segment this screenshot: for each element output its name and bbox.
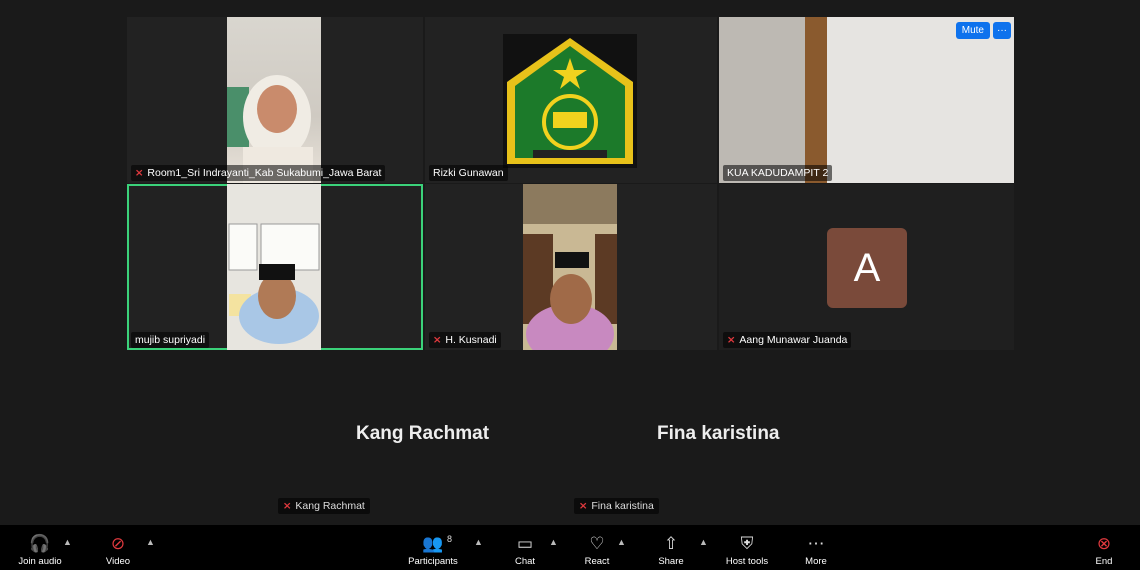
react-button[interactable]: ♡ React — [580, 525, 614, 570]
heart-icon: ♡ — [589, 534, 605, 553]
mic-off-icon: ⨯ — [283, 500, 292, 512]
profile-logo — [503, 34, 637, 168]
join-audio-button[interactable]: 🎧 Join audio — [12, 525, 68, 570]
video-options-caret[interactable]: ▲ — [146, 537, 155, 547]
chat-button[interactable]: ▭ Chat — [510, 525, 540, 570]
video-button[interactable]: ⊘ Video — [100, 525, 136, 570]
avatar: A — [827, 228, 907, 308]
more-button[interactable]: ⋯ More — [800, 525, 832, 570]
chat-options-caret[interactable]: ▲ — [549, 537, 558, 547]
end-button[interactable]: ⊗ End — [1090, 525, 1118, 570]
mic-off-icon: ⨯ — [135, 167, 144, 179]
host-tools-button[interactable]: ⛨ Host tools — [720, 525, 774, 570]
share-button[interactable]: ⇧ Share — [654, 525, 688, 570]
participant-name-tag: mujib supriyadi — [131, 332, 210, 348]
video-off-icon: ⊘ — [110, 534, 126, 553]
participants-options-caret[interactable]: ▲ — [474, 537, 483, 547]
react-options-caret[interactable]: ▲ — [617, 537, 626, 547]
participants-count: 8 — [447, 534, 453, 544]
video-tile-mujib-supriyadi[interactable]: mujib supriyadi — [127, 184, 423, 350]
headphones-icon: 🎧 — [29, 534, 51, 553]
participant-display-name: Fina karistina — [657, 423, 780, 444]
participant-name-tag: ⨯ Kang Rachmat — [278, 498, 370, 514]
participant-name-tag: ⨯ Fina karistina — [574, 498, 659, 514]
participant-display-name: Kang Rachmat — [356, 423, 490, 444]
share-icon: ⇧ — [663, 534, 679, 553]
meeting-toolbar: 🎧 Join audio ▲ ⊘ Video ▲ 👥 Participants … — [0, 525, 1140, 570]
more-icon: ⋯ — [807, 534, 825, 553]
chat-icon: ▭ — [516, 534, 534, 553]
participant-name-tag: ⨯ H. Kusnadi — [429, 332, 501, 348]
video-tile-aang-munawar[interactable]: A ⨯ Aang Munawar Juanda — [719, 184, 1014, 350]
shield-icon: ⛨ — [740, 534, 754, 553]
participant-video — [523, 184, 617, 350]
participant-video — [227, 184, 321, 350]
participants-icon: 👥 — [422, 534, 444, 553]
participant-name-tag: ⨯ Room1_Sri Indrayanti_Kab Sukabumi_Jawa… — [131, 165, 386, 181]
tile-more-button[interactable]: ··· — [993, 22, 1011, 39]
video-tile-kua-kadudampit[interactable]: Mute ··· KUA KADUDAMPIT 2 — [719, 17, 1014, 183]
participant-name-tag: Rizki Gunawan — [429, 165, 508, 181]
video-tile-rizki-gunawan[interactable]: Rizki Gunawan — [425, 17, 717, 183]
participant-name-tag: KUA KADUDAMPIT 2 — [723, 165, 833, 181]
end-icon: ⊗ — [1096, 534, 1112, 553]
participants-button[interactable]: 👥 Participants — [405, 525, 461, 570]
video-tile-h-kusnadi[interactable]: ⨯ H. Kusnadi — [425, 184, 717, 350]
share-options-caret[interactable]: ▲ — [699, 537, 708, 547]
participant-video — [719, 17, 1014, 183]
mic-off-icon: ⨯ — [579, 500, 588, 512]
video-tile-sri-indrayanti[interactable]: ⨯ Room1_Sri Indrayanti_Kab Sukabumi_Jawa… — [127, 17, 423, 183]
mute-button[interactable]: Mute — [955, 22, 990, 39]
participant-name-tag: ⨯ Aang Munawar Juanda — [723, 332, 852, 348]
mic-off-icon: ⨯ — [433, 334, 442, 346]
participant-video — [227, 17, 321, 183]
mic-off-icon: ⨯ — [727, 334, 736, 346]
audio-options-caret[interactable]: ▲ — [63, 537, 72, 547]
